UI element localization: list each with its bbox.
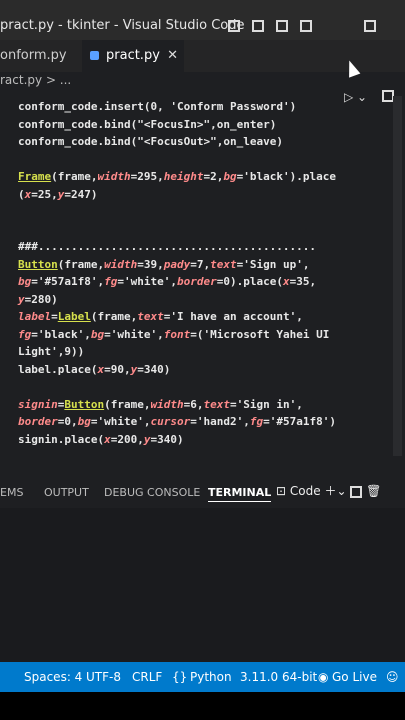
code-line[interactable]	[18, 378, 336, 396]
kill-terminal-icon[interactable]: 🗑	[366, 484, 381, 498]
screen-bezel	[0, 692, 405, 720]
editor-tabs: onform.py pract.py ✕ ▷ ⌄	[0, 40, 405, 104]
code-line[interactable]: conform_code.insert(0, 'Conform Password…	[18, 98, 336, 116]
terminal-toolbar: ⊡ Code ＋⌄ 🗑	[276, 482, 381, 499]
close-tab-icon[interactable]: ✕	[167, 40, 178, 72]
code-line[interactable]: y=280)	[18, 291, 336, 309]
code-line[interactable]: border=0,bg='white',cursor='hand2',fg='#…	[18, 413, 336, 431]
tab-label: pract.py	[106, 48, 160, 63]
code-line[interactable]	[18, 221, 336, 239]
code-line[interactable]: Light',9))	[18, 343, 336, 361]
layout-controls	[228, 20, 376, 32]
terminal-profile-label[interactable]: Code	[290, 484, 321, 498]
status-encoding[interactable]: UTF-8	[86, 670, 121, 684]
tab-debug-console[interactable]: DEBUG CONSOLE	[104, 486, 200, 499]
code-line[interactable]: signin=Button(frame,width=6,text='Sign i…	[18, 396, 336, 414]
tab-conform[interactable]: onform.py	[0, 40, 67, 72]
toggle-panel-icon[interactable]	[252, 20, 264, 32]
code-line[interactable]: bg='#57a1f8',fg='white',border=0).place(…	[18, 273, 336, 291]
status-language[interactable]: Python	[190, 670, 232, 684]
code-line[interactable]	[18, 203, 336, 221]
code-line[interactable]: (x=25,y=247)	[18, 186, 336, 204]
code-line[interactable]: fg='black',bg='white',font=('Microsoft Y…	[18, 326, 336, 344]
tab-pract[interactable]: pract.py ✕	[82, 40, 184, 72]
split-terminal-icon[interactable]	[350, 485, 363, 498]
code-line[interactable]: conform_code.bind("<FocusIn>",on_enter)	[18, 116, 336, 134]
python-file-icon	[90, 51, 99, 60]
status-interpreter[interactable]: 3.11.0 64-bit	[240, 670, 317, 684]
code-editor[interactable]: conform_code.insert(0, 'Conform Password…	[0, 92, 390, 462]
tab-label: onform.py	[0, 48, 67, 63]
code-line[interactable]: signin.place(x=200,y=340)	[18, 431, 336, 449]
status-go-live[interactable]: Go Live	[332, 670, 377, 684]
code-line[interactable]	[18, 151, 336, 169]
code-line[interactable]: ###.....................................…	[18, 238, 336, 256]
status-indentation[interactable]: Spaces: 4	[24, 670, 82, 684]
terminal-area[interactable]	[0, 508, 405, 662]
code-line[interactable]: conform_code.bind("<FocusOut>",on_leave)	[18, 133, 336, 151]
code-line[interactable]: Frame(frame,width=295,height=2,bg='black…	[18, 168, 336, 186]
tab-terminal[interactable]: TERMINAL	[208, 486, 272, 502]
maximize-window-icon[interactable]	[364, 20, 376, 32]
braces-icon: {}	[172, 670, 188, 684]
status-bar: Spaces: 4 UTF-8 CRLF {} Python 3.11.0 64…	[0, 662, 405, 692]
breadcrumb[interactable]: ract.py > ...	[0, 72, 405, 90]
editor-scrollbar[interactable]	[393, 96, 402, 456]
status-eol[interactable]: CRLF	[132, 670, 162, 684]
toggle-secondary-sidebar-icon[interactable]	[276, 20, 288, 32]
tab-problems[interactable]: EMS	[0, 486, 23, 499]
feedback-icon[interactable]: ☺	[386, 670, 399, 684]
terminal-profile-icon[interactable]: ⊡	[276, 484, 286, 498]
customize-layout-icon[interactable]	[300, 20, 312, 32]
broadcast-icon: ◉	[318, 670, 329, 684]
tab-output[interactable]: OUTPUT	[44, 486, 89, 499]
code-line[interactable]: label.place(x=90,y=340)	[18, 361, 336, 379]
code-line[interactable]: Button(frame,width=39,pady=7,text='Sign …	[18, 256, 336, 274]
code-lines[interactable]: conform_code.insert(0, 'Conform Password…	[18, 98, 336, 448]
window-title: pract.py - tkinter - Visual Studio Code	[0, 18, 245, 33]
code-line[interactable]: label=Label(frame,text='I have an accoun…	[18, 308, 336, 326]
new-terminal-icon[interactable]: ＋⌄	[324, 484, 346, 498]
title-bar: pract.py - tkinter - Visual Studio Code	[0, 0, 405, 40]
toggle-sidebar-icon[interactable]	[228, 20, 240, 32]
